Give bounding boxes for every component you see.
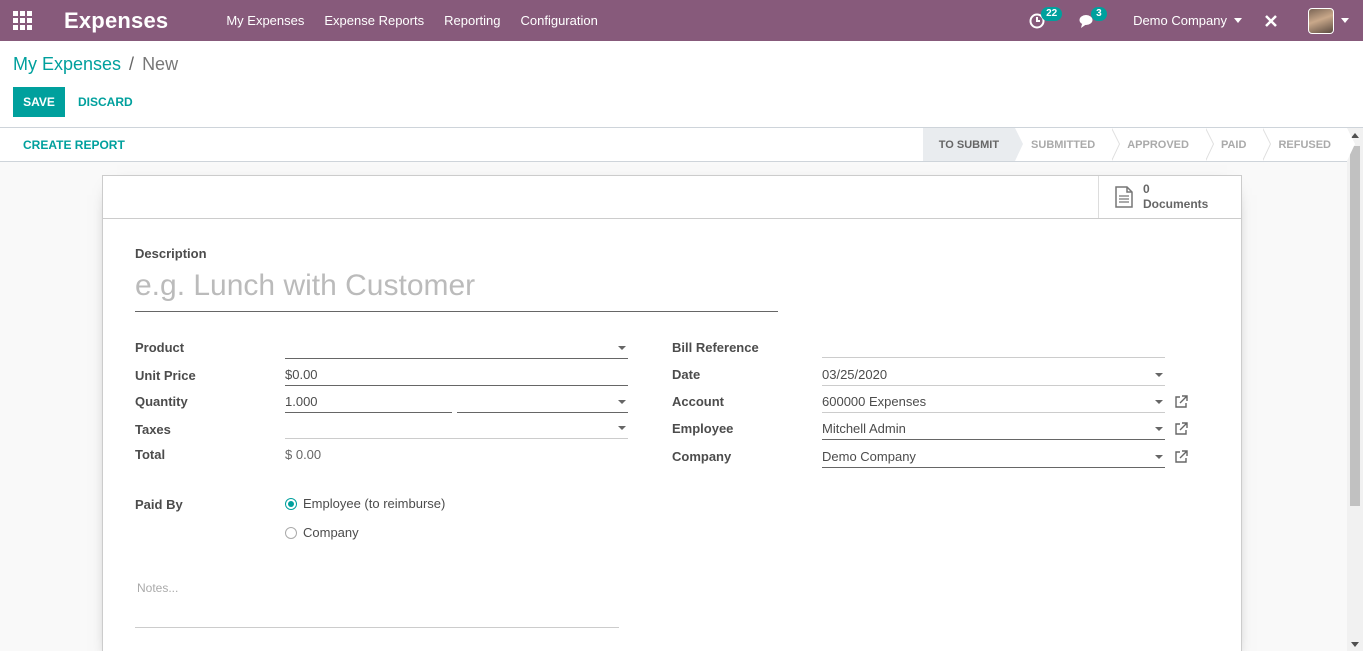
stage-label: TO SUBMIT — [938, 138, 1000, 151]
messages-button[interactable]: 3 — [1069, 0, 1107, 41]
stage-label: PAID — [1220, 138, 1247, 151]
employee-field[interactable]: Mitchell Admin — [822, 418, 1165, 440]
stage-label: REFUSED — [1278, 138, 1331, 151]
stage-to-submit: TO SUBMIT — [922, 128, 1024, 161]
documents-count: 0 — [1143, 182, 1150, 196]
chevron-down-icon[interactable] — [1155, 373, 1163, 377]
company-label: Company — [672, 449, 732, 464]
breadcrumb-separator: / — [129, 54, 135, 74]
unit-of-measure-field[interactable] — [457, 391, 628, 413]
stage-submitted: SUBMITTED — [1015, 128, 1121, 161]
bill-reference-label: Bill Reference — [672, 340, 759, 355]
activity-count-badge: 22 — [1041, 7, 1063, 21]
breadcrumb: My Expenses / New — [13, 54, 178, 75]
description-label: Description — [135, 246, 207, 261]
scroll-down-arrow-icon[interactable] — [1351, 642, 1359, 647]
taxes-label: Taxes — [135, 422, 171, 437]
apps-menu-icon[interactable] — [0, 0, 44, 41]
paid-by-employee-label[interactable]: Employee (to reimburse) — [303, 496, 445, 511]
discard-button[interactable]: DISCARD — [71, 87, 140, 117]
documents-label: Documents — [1143, 197, 1209, 211]
account-value: 600000 Expenses — [822, 394, 927, 409]
paid-by-label: Paid By — [135, 497, 183, 512]
smart-button-box: 0 Documents — [103, 176, 1241, 219]
external-link-icon[interactable] — [1174, 450, 1188, 464]
create-report-button[interactable]: CREATE REPORT — [13, 132, 135, 158]
chevron-down-icon — [1341, 18, 1349, 23]
paid-by-company-label[interactable]: Company — [303, 525, 359, 540]
form-statusbar: CREATE REPORT TO SUBMIT SUBMITTED APPROV… — [0, 128, 1355, 162]
form-sheet: 0 Documents Description e.g. Lunch with … — [102, 175, 1242, 651]
navbar-systray: 22 3 Demo Company — [1019, 0, 1363, 41]
chevron-down-icon[interactable] — [1155, 427, 1163, 431]
quantity-label: Quantity — [135, 394, 188, 409]
control-panel: My Expenses / New SAVE DISCARD — [0, 41, 1363, 128]
date-value: 03/25/2020 — [822, 367, 888, 382]
chevron-down-icon[interactable] — [618, 400, 626, 404]
chevron-down-icon[interactable] — [1155, 400, 1163, 404]
employee-label: Employee — [672, 421, 734, 436]
taxes-field[interactable] — [285, 417, 628, 439]
paid-by-company-radio[interactable]: Company — [285, 525, 359, 540]
documents-stat: 0 Documents — [1143, 182, 1208, 212]
external-link-icon[interactable] — [1174, 422, 1188, 436]
date-field[interactable]: 03/25/2020 — [822, 364, 1165, 386]
app-title[interactable]: Expenses — [64, 8, 168, 34]
unit-price-label: Unit Price — [135, 368, 196, 383]
radio-unchecked-icon[interactable] — [285, 526, 297, 539]
menu-my-expenses[interactable]: My Expenses — [216, 13, 314, 28]
messages-count-badge: 3 — [1091, 7, 1107, 21]
stage-label: APPROVED — [1127, 138, 1189, 151]
avatar — [1308, 7, 1334, 34]
scroll-thumb[interactable] — [1350, 146, 1360, 506]
tools-icon — [1265, 14, 1277, 27]
total-value: $ 0.00 — [285, 447, 322, 462]
employee-value: Mitchell Admin — [822, 421, 906, 436]
company-name: Demo Company — [1133, 13, 1227, 28]
description-input[interactable]: e.g. Lunch with Customer — [135, 266, 778, 312]
stage-pipeline: TO SUBMIT SUBMITTED APPROVED PAID REFUSE… — [922, 128, 1355, 161]
date-label: Date — [672, 367, 701, 382]
product-label: Product — [135, 340, 185, 355]
breadcrumb-current: New — [142, 54, 179, 74]
page-scrollbar[interactable] — [1347, 128, 1363, 651]
menu-reporting[interactable]: Reporting — [434, 13, 510, 28]
unit-price-field[interactable]: $0.00 — [285, 364, 628, 386]
chevron-down-icon[interactable] — [1155, 455, 1163, 459]
user-menu[interactable] — [1288, 0, 1363, 41]
radio-checked-icon[interactable] — [285, 497, 297, 510]
company-switcher[interactable]: Demo Company — [1121, 13, 1254, 28]
document-icon — [1115, 186, 1133, 208]
main-menu: My Expenses Expense Reports Reporting Co… — [216, 13, 607, 28]
menu-configuration[interactable]: Configuration — [510, 13, 607, 28]
account-field[interactable]: 600000 Expenses — [822, 391, 1165, 413]
bill-reference-field[interactable] — [822, 336, 1165, 358]
documents-button[interactable]: 0 Documents — [1098, 176, 1241, 218]
stage-label: SUBMITTED — [1031, 138, 1096, 151]
chevron-down-icon[interactable] — [618, 346, 626, 350]
external-link-icon[interactable] — [1174, 395, 1188, 409]
company-field[interactable]: Demo Company — [822, 446, 1165, 468]
total-label: Total — [135, 447, 166, 462]
notes-field[interactable]: Notes... — [135, 574, 619, 628]
top-navbar: Expenses My Expenses Expense Reports Rep… — [0, 0, 1363, 41]
stage-refused: REFUSED — [1262, 128, 1355, 161]
breadcrumb-parent-link[interactable]: My Expenses — [13, 54, 121, 75]
quantity-field[interactable]: 1.000 — [285, 391, 452, 413]
company-value: Demo Company — [822, 449, 916, 464]
chevron-down-icon[interactable] — [618, 426, 626, 430]
stage-approved: APPROVED — [1111, 128, 1214, 161]
activity-button[interactable]: 22 — [1019, 0, 1063, 41]
account-label: Account — [672, 394, 724, 409]
menu-expense-reports[interactable]: Expense Reports — [314, 13, 434, 28]
paid-by-employee-radio[interactable]: Employee (to reimburse) — [285, 496, 445, 511]
product-field[interactable] — [285, 337, 628, 359]
save-button[interactable]: SAVE — [13, 87, 65, 117]
debug-tools-button[interactable] — [1254, 0, 1288, 41]
chevron-down-icon — [1234, 18, 1242, 23]
